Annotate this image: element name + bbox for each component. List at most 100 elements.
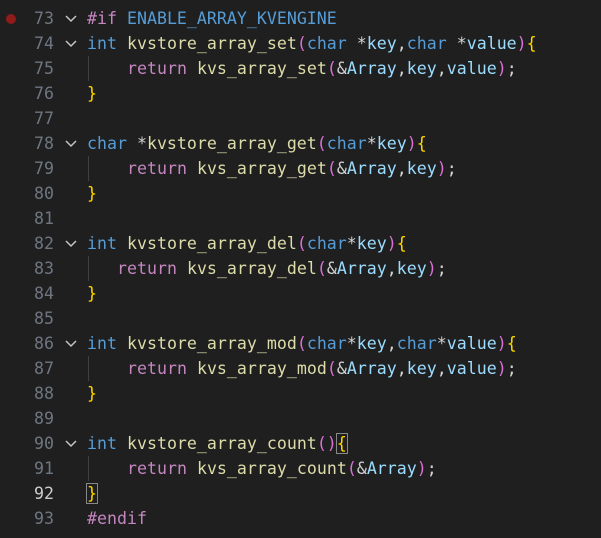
- line-number: 85: [34, 309, 54, 328]
- code-text[interactable]: }: [87, 81, 97, 106]
- line-number: 75: [34, 59, 54, 78]
- code-text[interactable]: return kvs_array_mod(&Array,key,value);: [127, 356, 517, 381]
- code-token: ,: [396, 59, 407, 78]
- code-token: int: [87, 434, 117, 453]
- code-token: (: [326, 159, 337, 178]
- indent-guide: [88, 256, 89, 281]
- code-token: ): [496, 359, 507, 378]
- code-line[interactable]: 77: [0, 106, 601, 131]
- code-line[interactable]: 86 int kvstore_array_mod(char*key,char*va…: [0, 331, 601, 356]
- line-number: 87: [34, 359, 54, 378]
- code-line[interactable]: 81: [0, 206, 601, 231]
- code-token: }: [87, 184, 97, 203]
- code-text[interactable]: int kvstore_array_count(){: [87, 431, 348, 456]
- code-text[interactable]: int kvstore_array_set(char *key,char *va…: [87, 31, 537, 56]
- code-token: ): [406, 134, 417, 153]
- code-text[interactable]: return kvs_array_get(&Array,key);: [127, 156, 457, 181]
- code-line[interactable]: 88}: [0, 381, 601, 406]
- code-token: key: [406, 159, 437, 178]
- line-number: 78: [34, 134, 54, 153]
- code-token: char: [396, 334, 437, 353]
- line-number: 89: [34, 409, 54, 428]
- code-token: Array: [336, 259, 387, 278]
- code-token: value: [446, 359, 497, 378]
- code-token: {: [506, 334, 517, 353]
- code-token: ): [426, 259, 437, 278]
- code-token: }: [87, 384, 97, 403]
- code-token: }: [86, 483, 98, 504]
- chevron-down-icon[interactable]: [64, 431, 78, 456]
- indent-guide: [88, 456, 89, 481]
- code-text[interactable]: return kvs_array_count(&Array);: [127, 456, 437, 481]
- code-text[interactable]: }: [87, 281, 97, 306]
- code-token: (: [316, 134, 327, 153]
- code-text[interactable]: #if ENABLE_ARRAY_KVENGINE: [87, 6, 337, 31]
- code-text[interactable]: char *kvstore_array_get(char*key){: [87, 131, 427, 156]
- code-text[interactable]: int kvstore_array_mod(char*key,char*valu…: [87, 331, 517, 356]
- indent-guide: [88, 356, 89, 381]
- code-line[interactable]: 75 return kvs_array_set(&Array,key,value)…: [0, 56, 601, 81]
- code-token: int: [87, 334, 117, 353]
- chevron-down-icon[interactable]: [64, 131, 78, 156]
- indent-guide: [88, 156, 89, 181]
- code-line[interactable]: 76}: [0, 81, 601, 106]
- code-line[interactable]: 83 return kvs_array_del(&Array,key);: [0, 256, 601, 281]
- code-line[interactable]: 90 int kvstore_array_count(){: [0, 431, 601, 456]
- code-line[interactable]: 79 return kvs_array_get(&Array,key);: [0, 156, 601, 181]
- line-number: 90: [34, 434, 54, 453]
- breakpoint-icon[interactable]: [6, 14, 16, 24]
- code-line[interactable]: 73 #if ENABLE_ARRAY_KVENGINE: [0, 6, 601, 31]
- chevron-down-icon[interactable]: [64, 31, 78, 56]
- code-token: char: [406, 34, 447, 53]
- code-token: ): [496, 334, 507, 353]
- code-token: return: [127, 459, 187, 478]
- line-number: 86: [34, 334, 54, 353]
- code-text[interactable]: }: [86, 481, 98, 506]
- code-token: char: [306, 334, 347, 353]
- code-line[interactable]: 93 #endif: [0, 506, 601, 531]
- code-line[interactable]: 89: [0, 406, 601, 431]
- chevron-down-icon[interactable]: [64, 231, 78, 256]
- chevron-down-icon[interactable]: [64, 331, 78, 356]
- code-line[interactable]: 80}: [0, 181, 601, 206]
- code-token: key: [356, 234, 387, 253]
- code-line[interactable]: 74 int kvstore_array_set(char *key,char *…: [0, 31, 601, 56]
- line-number: 83: [34, 259, 54, 278]
- code-token: ;: [506, 59, 517, 78]
- code-token: ,: [386, 334, 397, 353]
- code-token: kvstore_array_del: [126, 234, 297, 253]
- code-line[interactable]: 92}: [0, 481, 601, 506]
- indent-guide: [88, 56, 89, 81]
- code-token: ): [386, 234, 397, 253]
- code-text[interactable]: return kvs_array_set(&Array,key,value);: [127, 56, 517, 81]
- code-token: &: [356, 459, 367, 478]
- code-text[interactable]: int kvstore_array_del(char*key){: [87, 231, 407, 256]
- code-token: return: [127, 159, 187, 178]
- code-text[interactable]: }: [87, 181, 97, 206]
- code-token: (: [326, 359, 337, 378]
- line-number: 93: [34, 509, 54, 528]
- code-line[interactable]: 91 return kvs_array_count(&Array);: [0, 456, 601, 481]
- code-token: key: [406, 59, 437, 78]
- code-token: ): [516, 34, 527, 53]
- code-line[interactable]: 82 int kvstore_array_del(char*key){: [0, 231, 601, 256]
- code-text[interactable]: }: [87, 381, 97, 406]
- code-text[interactable]: #endif: [87, 506, 147, 531]
- code-text[interactable]: return kvs_array_del(&Array,key);: [117, 256, 447, 281]
- code-line[interactable]: 85: [0, 306, 601, 331]
- code-token: kvstore_array_get: [146, 134, 317, 153]
- code-token: Array: [366, 459, 417, 478]
- chevron-down-icon[interactable]: [64, 6, 78, 31]
- code-token: ,: [396, 34, 407, 53]
- line-number: 91: [34, 459, 54, 478]
- code-line[interactable]: 84}: [0, 281, 601, 306]
- code-line[interactable]: 87 return kvs_array_mod(&Array,key,value)…: [0, 356, 601, 381]
- code-token: char: [87, 134, 127, 153]
- code-token: Array: [346, 59, 397, 78]
- code-editor[interactable]: 73 #if ENABLE_ARRAY_KVENGINE 74 int kvstore…: [0, 0, 601, 538]
- code-line[interactable]: 78 char *kvstore_array_get(char*key){: [0, 131, 601, 156]
- code-token: ,: [436, 359, 447, 378]
